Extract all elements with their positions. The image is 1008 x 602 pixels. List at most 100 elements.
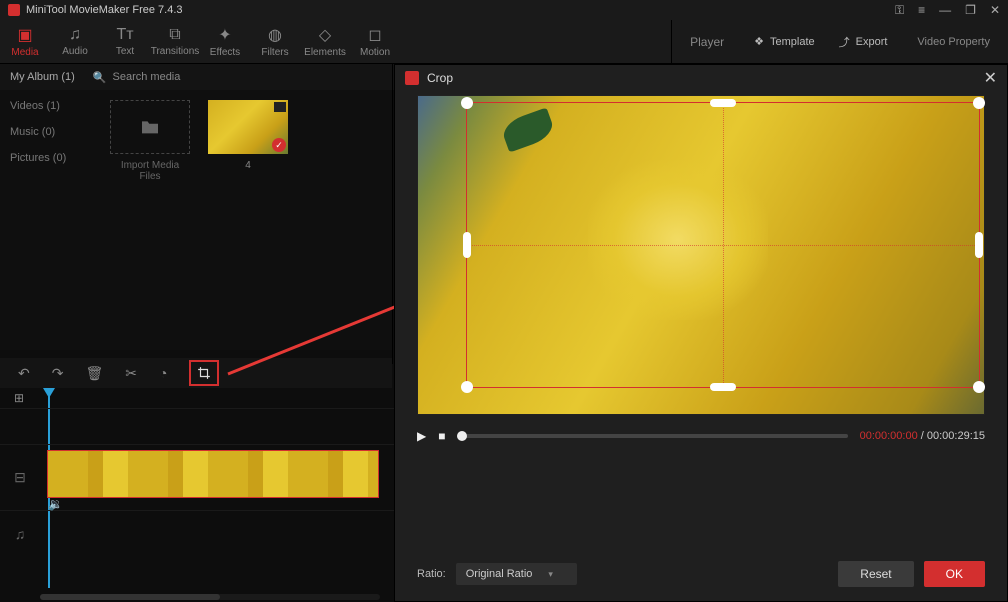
crop-button[interactable] bbox=[189, 360, 219, 386]
crop-playback-controls: ▶ ■ 00:00:00:00 / 00:00:29:15 bbox=[395, 415, 1007, 443]
timeline-scrollbar[interactable] bbox=[40, 594, 380, 600]
split-button[interactable]: ✂ bbox=[125, 365, 137, 382]
crop-handle-top-right[interactable] bbox=[973, 97, 985, 109]
tab-media[interactable]: ▣ Media bbox=[0, 20, 50, 63]
crop-handle-top[interactable] bbox=[710, 99, 736, 107]
crop-handle-bottom[interactable] bbox=[710, 383, 736, 391]
text-icon: Tᴛ bbox=[116, 26, 133, 44]
video-indicator-icon bbox=[274, 102, 286, 112]
tab-effects[interactable]: ✦ Effects bbox=[200, 20, 250, 63]
undo-button[interactable]: ↶ bbox=[18, 365, 30, 382]
elements-icon: ◇ bbox=[319, 25, 331, 45]
minimize-button[interactable]: — bbox=[939, 3, 951, 17]
crop-dialog-logo-icon bbox=[405, 71, 419, 85]
stop-button[interactable]: ■ bbox=[438, 429, 445, 443]
folder-icon: ▣ bbox=[17, 25, 32, 45]
tab-label: Motion bbox=[360, 47, 390, 58]
tab-text[interactable]: Tᴛ Text bbox=[100, 20, 150, 63]
crop-dialog-footer: Ratio: Original Ratio ▾ Reset OK bbox=[417, 561, 985, 587]
ratio-value: Original Ratio bbox=[466, 568, 533, 580]
crop-handle-bottom-left[interactable] bbox=[461, 381, 473, 393]
video-track-icon: ⊟ bbox=[0, 469, 40, 486]
crop-guide-vertical bbox=[723, 103, 724, 387]
player-panel-label: Player bbox=[671, 20, 742, 63]
app-title: MiniTool MovieMaker Free 7.4.3 bbox=[26, 4, 895, 16]
tab-audio[interactable]: ♫ Audio bbox=[50, 20, 100, 63]
scrollbar-thumb[interactable] bbox=[40, 594, 220, 600]
music-icon: ♫ bbox=[69, 26, 81, 44]
tab-transitions[interactable]: ⧉ Transitions bbox=[150, 20, 200, 63]
chevron-down-icon: ▾ bbox=[548, 569, 553, 580]
thumbnail-label: 4 bbox=[208, 160, 288, 171]
redo-button[interactable]: ↷ bbox=[52, 365, 64, 382]
close-window-button[interactable]: ✕ bbox=[990, 3, 1000, 17]
crop-handle-top-left[interactable] bbox=[461, 97, 473, 109]
crop-icon bbox=[197, 366, 211, 380]
ok-button[interactable]: OK bbox=[924, 561, 985, 587]
export-label: Export bbox=[856, 36, 888, 48]
my-album-label[interactable]: My Album (1) bbox=[10, 71, 75, 83]
seek-bar[interactable] bbox=[457, 434, 847, 438]
video-property-button[interactable]: Video Property bbox=[899, 36, 1008, 48]
search-icon: 🔍 bbox=[93, 71, 107, 84]
tab-filters[interactable]: ◍ Filters bbox=[250, 20, 300, 63]
key-icon[interactable]: ⚿ bbox=[895, 3, 904, 18]
menu-icon[interactable]: ≡ bbox=[918, 3, 925, 17]
export-icon: ⤴ bbox=[839, 34, 850, 50]
tab-elements[interactable]: ◇ Elements bbox=[300, 20, 350, 63]
tab-label: Media bbox=[11, 47, 38, 58]
speed-button[interactable]: ◔ bbox=[159, 365, 167, 381]
time-sep: / bbox=[918, 430, 927, 442]
add-track-button[interactable]: ⊞ bbox=[14, 391, 24, 405]
tab-label: Audio bbox=[62, 46, 88, 57]
tab-label: Filters bbox=[261, 47, 288, 58]
folder-icon bbox=[140, 119, 160, 135]
media-thumbnail[interactable]: ✓ bbox=[208, 100, 288, 154]
play-button[interactable]: ▶ bbox=[417, 429, 426, 443]
crop-rectangle[interactable] bbox=[466, 102, 980, 388]
category-pictures[interactable]: Pictures (0) bbox=[10, 152, 90, 164]
tab-label: Elements bbox=[304, 47, 346, 58]
crop-preview[interactable] bbox=[417, 95, 985, 415]
time-current: 00:00:00:00 bbox=[860, 430, 918, 442]
clip-audio-bar[interactable]: 🔉 bbox=[48, 497, 378, 511]
tab-label: Transitions bbox=[151, 46, 200, 57]
sound-icon: 🔉 bbox=[48, 497, 63, 511]
crop-dialog-titlebar: Crop ✕ bbox=[395, 65, 1007, 91]
crop-handle-right[interactable] bbox=[975, 232, 983, 258]
audio-track-icon: ♫ bbox=[0, 526, 40, 542]
timeline-toolbar: ↶ ↷ 🗑 ✂ ◔ bbox=[0, 358, 392, 388]
template-label: Template bbox=[770, 36, 815, 48]
reset-button[interactable]: Reset bbox=[838, 561, 913, 587]
filters-icon: ◍ bbox=[268, 25, 282, 45]
ribbon-tabs: ▣ Media ♫ Audio Tᴛ Text ⧉ Transitions ✦ … bbox=[0, 20, 1008, 64]
tab-motion[interactable]: ◻ Motion bbox=[350, 20, 400, 63]
media-pane: Videos (1) Music (0) Pictures (0) Import… bbox=[0, 90, 392, 350]
seek-knob[interactable] bbox=[457, 431, 467, 441]
app-logo-icon bbox=[8, 4, 20, 16]
crop-handle-left[interactable] bbox=[463, 232, 471, 258]
category-videos[interactable]: Videos (1) bbox=[10, 100, 90, 112]
import-media-button[interactable] bbox=[110, 100, 190, 154]
category-music[interactable]: Music (0) bbox=[10, 126, 90, 138]
checkmark-icon: ✓ bbox=[272, 138, 286, 152]
tab-label: Text bbox=[116, 46, 134, 57]
export-button[interactable]: ⤴ Export bbox=[827, 34, 900, 50]
media-category-list: Videos (1) Music (0) Pictures (0) bbox=[0, 90, 100, 188]
motion-icon: ◻ bbox=[368, 25, 381, 45]
maximize-button[interactable]: ❐ bbox=[965, 3, 976, 17]
time-total: 00:00:29:15 bbox=[927, 430, 985, 442]
crop-handle-bottom-right[interactable] bbox=[973, 381, 985, 393]
ratio-select[interactable]: Original Ratio ▾ bbox=[456, 563, 577, 585]
crop-dialog: Crop ✕ ▶ ■ 00:00:00:00 / 00:00:29:15 Rat bbox=[394, 64, 1008, 602]
tab-label: Effects bbox=[210, 47, 240, 58]
template-button[interactable]: ❖ Template bbox=[742, 35, 827, 48]
crop-dialog-title: Crop bbox=[427, 71, 453, 85]
window-titlebar: MiniTool MovieMaker Free 7.4.3 ⚿ ≡ — ❐ ✕ bbox=[0, 0, 1008, 20]
import-label: Import Media Files bbox=[110, 160, 190, 182]
delete-button[interactable]: 🗑 bbox=[85, 365, 103, 382]
ratio-label: Ratio: bbox=[417, 568, 446, 580]
video-clip[interactable] bbox=[48, 451, 378, 497]
timecode-display: 00:00:00:00 / 00:00:29:15 bbox=[860, 430, 985, 442]
close-dialog-button[interactable]: ✕ bbox=[984, 68, 997, 88]
